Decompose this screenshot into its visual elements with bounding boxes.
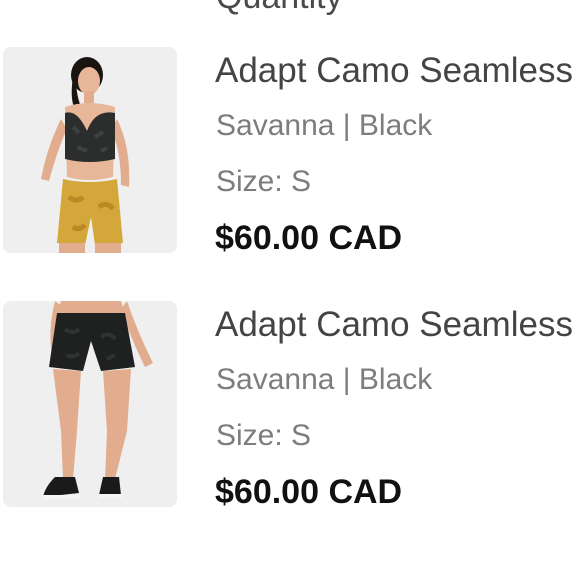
product-price: $60.00 CAD bbox=[215, 473, 403, 511]
product-variant: Savanna | Black bbox=[216, 363, 433, 396]
cart-item[interactable]: Adapt Camo Seamless Shorts Savanna | Bla… bbox=[0, 301, 580, 511]
product-price: $60.00 CAD bbox=[215, 219, 403, 257]
product-title[interactable]: Adapt Camo Seamless Sports Bra bbox=[215, 51, 580, 91]
product-title[interactable]: Adapt Camo Seamless Shorts bbox=[215, 305, 580, 345]
model-legs-photo-icon bbox=[3, 301, 177, 507]
cart-item[interactable]: Adapt Camo Seamless Sports Bra Savanna |… bbox=[0, 47, 580, 257]
product-size: Size: S bbox=[216, 165, 312, 198]
product-size: Size: S bbox=[216, 419, 312, 452]
model-photo-icon bbox=[3, 47, 177, 253]
product-image-sports-bra[interactable] bbox=[3, 47, 177, 253]
product-image-shorts[interactable] bbox=[3, 301, 177, 507]
previous-item-remnant: Quantity bbox=[216, 0, 343, 17]
product-variant: Savanna | Black bbox=[216, 109, 433, 142]
cart-page: Quantity bbox=[0, 0, 580, 580]
